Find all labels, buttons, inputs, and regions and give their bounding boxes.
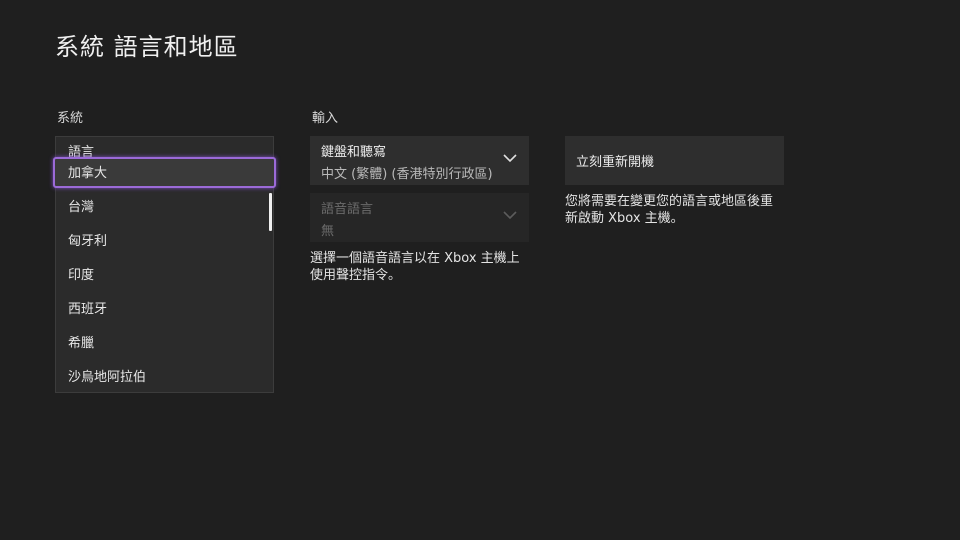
restart-description-line2: 新啟動 Xbox 主機。 xyxy=(565,211,684,226)
option-saudi-arabia[interactable]: 沙烏地阿拉伯 xyxy=(56,361,273,395)
speech-description-line2: 使用聲控指令。 xyxy=(310,268,402,283)
chevron-down-icon xyxy=(503,154,517,163)
speech-description: 選擇一個語音語言以在 Xbox 主機上 使用聲控指令。 xyxy=(310,250,520,284)
input-section-label: 輸入 xyxy=(312,111,339,126)
option-hungary[interactable]: 匈牙利 xyxy=(56,225,273,259)
speech-language-value: 無 xyxy=(321,224,335,239)
option-greece[interactable]: 希臘 xyxy=(56,327,273,361)
settings-page: 系統 語言和地區 系統 語言 加拿大 台灣 匈牙利 印度 西班牙 希臘 沙烏地阿… xyxy=(0,0,960,540)
restart-now-label: 立刻重新開機 xyxy=(576,155,655,170)
restart-now-button[interactable]: 立刻重新開機 xyxy=(565,136,784,185)
keyboard-dictation-label: 鍵盤和聽寫 xyxy=(321,145,387,160)
speech-language-dropdown: 語音語言 無 xyxy=(310,193,529,242)
system-section-label: 系統 xyxy=(57,111,84,126)
page-title: 系統 語言和地區 xyxy=(55,33,239,61)
keyboard-dictation-value: 中文 (繁體) (香港特別行政區) xyxy=(321,167,493,182)
option-india[interactable]: 印度 xyxy=(56,259,273,293)
dropdown-scrollbar[interactable] xyxy=(269,193,272,231)
chevron-down-icon xyxy=(503,211,517,220)
keyboard-dictation-dropdown[interactable]: 鍵盤和聽寫 中文 (繁體) (香港特別行政區) xyxy=(310,136,529,185)
restart-description: 您將需要在變更您的語言或地區後重 新啟動 Xbox 主機。 xyxy=(565,193,773,227)
option-taiwan[interactable]: 台灣 xyxy=(56,191,273,225)
language-dropdown-list[interactable]: 語言 加拿大 台灣 匈牙利 印度 西班牙 希臘 沙烏地阿拉伯 xyxy=(53,136,276,395)
option-spain[interactable]: 西班牙 xyxy=(56,293,273,327)
speech-description-line1: 選擇一個語音語言以在 Xbox 主機上 xyxy=(310,251,520,266)
restart-description-line1: 您將需要在變更您的語言或地區後重 xyxy=(565,194,774,209)
option-canada[interactable]: 加拿大 xyxy=(53,157,276,188)
speech-language-label: 語音語言 xyxy=(321,202,374,217)
